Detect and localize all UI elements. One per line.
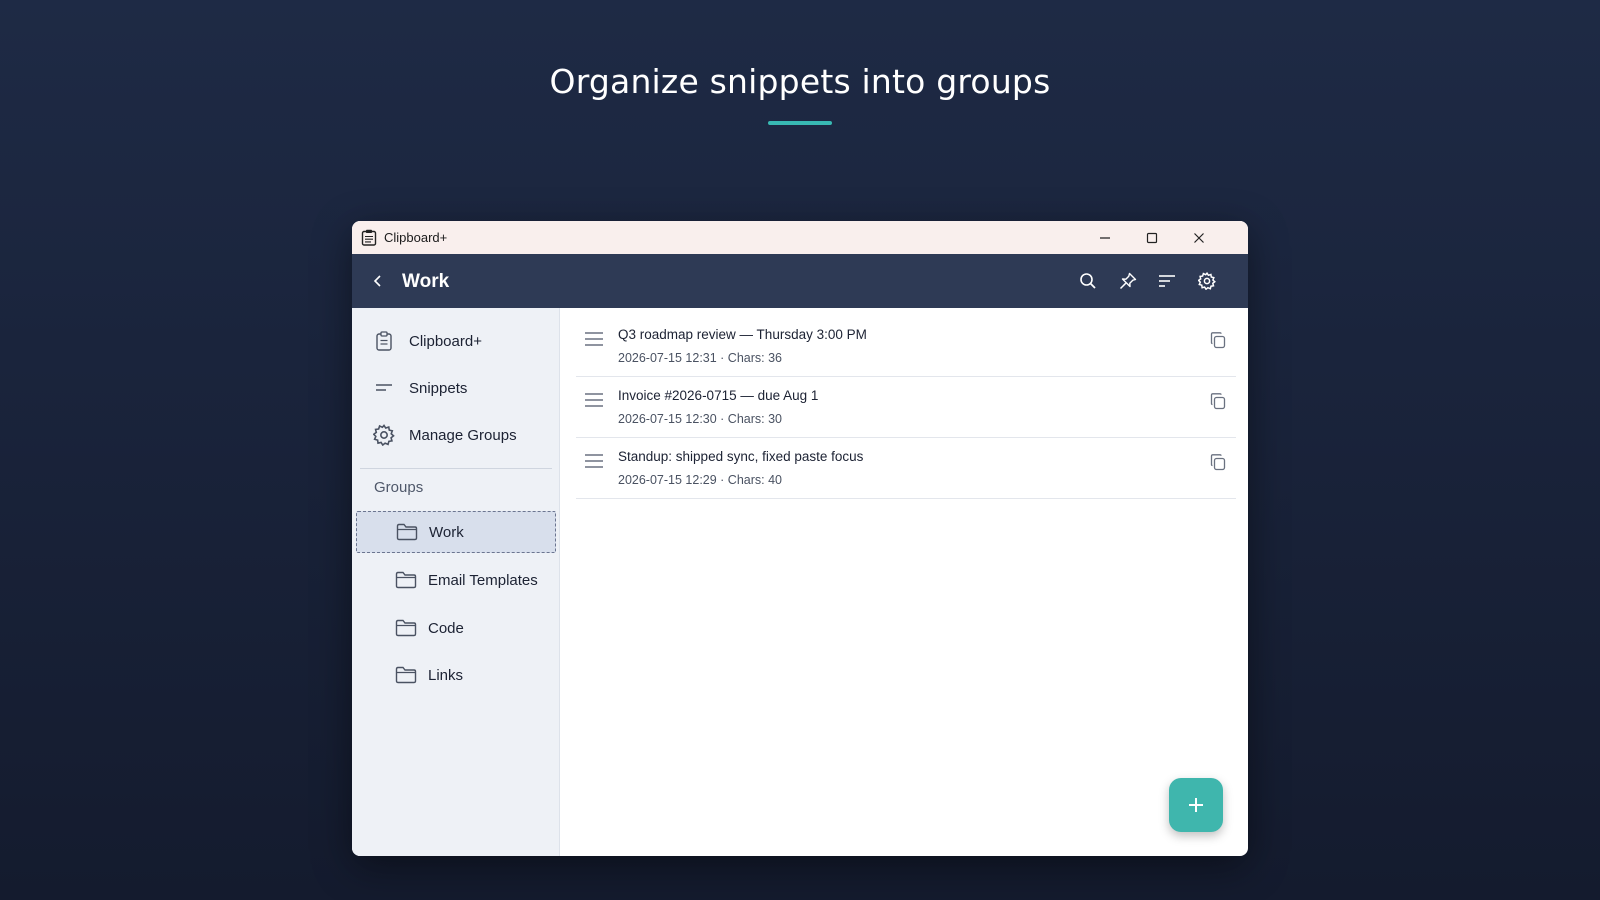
- list-item[interactable]: Standup: shipped sync, fixed paste focus…: [576, 438, 1236, 499]
- snippet-text: Q3 roadmap review — Thursday 3:00 PM: [618, 327, 867, 342]
- copy-button[interactable]: [1205, 388, 1231, 414]
- plus-icon: [1189, 798, 1203, 812]
- snippet-text: Standup: shipped sync, fixed paste focus: [618, 449, 864, 464]
- clipboard-icon: [372, 329, 396, 353]
- content-area: Clipboard+ Snippets Manage Groups Groups: [352, 308, 1248, 856]
- close-button[interactable]: [1176, 221, 1222, 254]
- folder-icon: [394, 618, 418, 638]
- list-item[interactable]: Invoice #2026-0715 — due Aug 1 2026-07-1…: [576, 377, 1236, 438]
- snippets-icon: [372, 376, 396, 400]
- sidebar-item-label: Clipboard+: [409, 332, 482, 350]
- gear-icon: [1198, 272, 1216, 290]
- snippet-list: Q3 roadmap review — Thursday 3:00 PM 202…: [560, 308, 1248, 856]
- copy-button[interactable]: [1205, 327, 1231, 353]
- groups-header: Groups: [374, 479, 424, 496]
- group-label: Links: [428, 666, 464, 684]
- maximize-button[interactable]: [1129, 221, 1175, 254]
- folder-icon: [394, 665, 418, 685]
- sidebar-item-clipboard[interactable]: Clipboard+: [352, 319, 560, 363]
- sidebar-item-label: Snippets: [409, 379, 468, 397]
- search-button[interactable]: [1074, 267, 1102, 295]
- sidebar-divider: [360, 468, 552, 469]
- snippet-text: Invoice #2026-0715 — due Aug 1: [618, 388, 819, 403]
- copy-icon: [1210, 332, 1226, 349]
- sidebar-item-label: Manage Groups: [409, 426, 517, 444]
- chevron-left-icon: [373, 275, 381, 287]
- sort-button[interactable]: [1153, 267, 1181, 295]
- sort-icon: [1159, 275, 1175, 287]
- drag-handle-icon[interactable]: [583, 390, 605, 410]
- window-title: Clipboard+: [384, 230, 448, 245]
- copy-button[interactable]: [1205, 449, 1231, 475]
- clipboard-app-icon: [361, 229, 377, 246]
- drag-handle-icon[interactable]: [583, 451, 605, 471]
- maximize-icon: [1146, 232, 1158, 243]
- settings-button[interactable]: [1193, 267, 1221, 295]
- group-item-links[interactable]: Links: [356, 654, 556, 696]
- pin-icon: [1119, 272, 1137, 290]
- snippet-meta: 2026-07-15 12:31 · Chars: 36: [618, 351, 782, 365]
- group-item-email-templates[interactable]: Email Templates: [356, 559, 556, 601]
- title-bar[interactable]: Clipboard+: [352, 221, 1248, 254]
- sidebar: Clipboard+ Snippets Manage Groups Groups: [352, 308, 560, 856]
- title-underline: [768, 121, 832, 125]
- list-item[interactable]: Q3 roadmap review — Thursday 3:00 PM 202…: [576, 316, 1236, 377]
- snippet-meta: 2026-07-15 12:29 · Chars: 40: [618, 473, 782, 487]
- minimize-button[interactable]: [1082, 221, 1128, 254]
- app-window: Clipboard+ Work Clipboard+ Snippets Mana…: [352, 221, 1248, 856]
- minimize-icon: [1100, 236, 1110, 239]
- group-label: Work: [429, 523, 464, 541]
- copy-icon: [1210, 393, 1226, 410]
- group-label: Code: [428, 619, 464, 637]
- folder-icon: [395, 522, 419, 542]
- folder-icon: [394, 570, 418, 590]
- copy-icon: [1210, 454, 1226, 471]
- group-title: Work: [402, 271, 450, 292]
- drag-handle-icon[interactable]: [583, 329, 605, 349]
- group-label: Email Templates: [428, 571, 538, 589]
- group-item-code[interactable]: Code: [356, 607, 556, 649]
- gear-icon: [372, 423, 396, 447]
- app-bar: Work: [352, 254, 1248, 308]
- close-icon: [1194, 232, 1204, 243]
- back-button[interactable]: [364, 267, 392, 295]
- search-icon: [1080, 273, 1096, 289]
- group-item-work[interactable]: Work: [356, 511, 556, 553]
- add-snippet-button[interactable]: [1169, 778, 1223, 832]
- snippet-meta: 2026-07-15 12:30 · Chars: 30: [618, 412, 782, 426]
- sidebar-item-snippets[interactable]: Snippets: [352, 366, 560, 410]
- pin-button[interactable]: [1114, 267, 1142, 295]
- page-title: Organize snippets into groups: [549, 62, 1051, 101]
- sidebar-item-manage-groups[interactable]: Manage Groups: [352, 413, 560, 457]
